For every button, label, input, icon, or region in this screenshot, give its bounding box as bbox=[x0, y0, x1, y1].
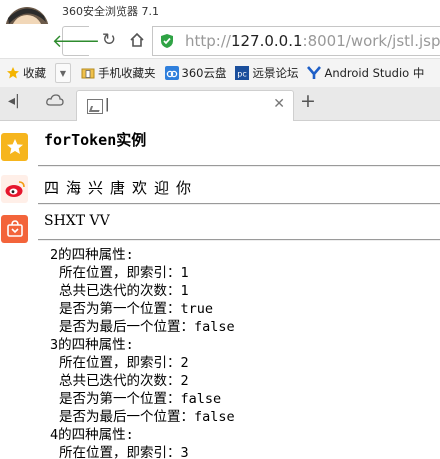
left-sidebar bbox=[0, 121, 31, 459]
android-y-icon bbox=[307, 66, 322, 79]
url-path: :8001/work/jstl.jsp bbox=[302, 32, 440, 50]
list-item: 总共已迭代的次数：2 bbox=[59, 373, 189, 389]
bookmark-label: 收藏 bbox=[23, 66, 46, 80]
page-title: forToken实例 bbox=[44, 131, 147, 149]
url-scheme: http:// bbox=[185, 32, 231, 50]
reload-button[interactable]: ↻ bbox=[97, 26, 121, 54]
tokens-words-output: 四海兴唐欢迎你 bbox=[44, 179, 199, 197]
tab-title: | bbox=[105, 97, 110, 112]
title-bar: 360安全浏览器 7.1 bbox=[0, 0, 440, 56]
url-host: 127.0.0.1 bbox=[230, 32, 303, 50]
address-bar[interactable]: http://127.0.0.1:8001/work/jstl.jsp bbox=[152, 26, 440, 56]
pc-forum-icon: pc bbox=[235, 66, 250, 80]
list-item: 是否为最后一个位置：false bbox=[59, 409, 235, 425]
cloud-tabs-button[interactable] bbox=[46, 93, 64, 111]
sidebar-item-shopping[interactable] bbox=[1, 215, 28, 243]
chevron-down-icon: ▼ bbox=[59, 68, 67, 78]
active-tab[interactable]: | ✕ bbox=[76, 90, 294, 121]
list-item: 2的四种属性: bbox=[50, 247, 134, 263]
bookmarks-bar: 收藏 ▼ 手机收藏夹 360云盘 pc 远景论坛 Android Studio … bbox=[0, 58, 440, 88]
cloud-disk-icon bbox=[164, 66, 179, 80]
list-item: 4的四种属性: bbox=[50, 427, 134, 443]
bookmark-mobile-favorites[interactable]: 手机收藏夹 bbox=[81, 65, 156, 81]
list-item: 所在位置，即索引：1 bbox=[59, 265, 189, 281]
tab-bar: ◂| | ✕ + bbox=[0, 87, 440, 121]
cloud-icon bbox=[46, 94, 64, 106]
page-image-icon bbox=[87, 99, 103, 114]
home-button[interactable] bbox=[125, 26, 149, 54]
iteration-status-list: 2的四种属性: 所在位置，即索引：1 总共已迭代的次数：1 是否为第一个位置：true… bbox=[50, 246, 440, 459]
bookmark-label: 手机收藏夹 bbox=[98, 66, 156, 80]
list-item: 3的四种属性: bbox=[50, 337, 134, 353]
sidebar-toggle-button[interactable]: ◂| bbox=[8, 93, 20, 109]
list-item: 所在位置，即索引：2 bbox=[59, 355, 189, 371]
weibo-icon bbox=[5, 181, 25, 197]
window-title: 360安全浏览器 7.1 bbox=[62, 5, 159, 18]
list-item: 总共已迭代的次数：1 bbox=[59, 283, 189, 299]
bookmark-android-studio[interactable]: Android Studio 中 bbox=[307, 65, 424, 81]
arrow-left-icon: 🡐 bbox=[51, 30, 101, 52]
bookmark-pcbeta-forum[interactable]: pc 远景论坛 bbox=[235, 65, 298, 81]
star-icon bbox=[6, 139, 23, 154]
reload-icon: ↻ bbox=[101, 30, 117, 50]
bookmark-label: 360云盘 bbox=[181, 66, 227, 80]
new-tab-button[interactable]: + bbox=[300, 90, 316, 112]
navigation-bar: 🡐 ↻ http://127.0.0.1:8001/work/jstl.jsp bbox=[0, 24, 440, 58]
phone-folder-icon bbox=[81, 68, 95, 79]
favorites-dropdown-button[interactable]: ▼ bbox=[55, 63, 71, 83]
shopping-bag-icon bbox=[6, 220, 23, 237]
list-item: 所在位置，即索引：3 bbox=[59, 445, 189, 459]
back-button[interactable]: 🡐 bbox=[52, 26, 100, 56]
home-icon bbox=[130, 32, 144, 47]
bookmark-label: Android Studio 中 bbox=[324, 66, 425, 80]
bookmark-360-cloud[interactable]: 360云盘 bbox=[164, 65, 227, 81]
list-item: 是否为第一个位置：false bbox=[59, 391, 222, 407]
bookmark-favorites[interactable]: 收藏 bbox=[6, 65, 46, 81]
plus-icon: + bbox=[300, 90, 316, 112]
svg-text:pc: pc bbox=[238, 70, 247, 79]
horizontal-rule bbox=[38, 203, 440, 205]
star-folder-icon bbox=[7, 67, 19, 79]
sidebar-item-weibo[interactable] bbox=[1, 175, 28, 203]
url-text[interactable]: http://127.0.0.1:8001/work/jstl.jsp bbox=[185, 32, 440, 50]
page-content: forToken实例 四海兴唐欢迎你 SHXT VV 2的四种属性: 所在位置，即… bbox=[30, 121, 440, 459]
bookmark-label: 远景论坛 bbox=[252, 66, 299, 80]
list-item: 是否为最后一个位置：false bbox=[59, 319, 235, 335]
list-item: 是否为第一个位置：true bbox=[59, 301, 214, 317]
horizontal-rule bbox=[38, 165, 440, 167]
tokens-names-output: SHXT VV bbox=[44, 213, 110, 229]
close-icon[interactable]: ✕ bbox=[273, 96, 285, 112]
shield-icon bbox=[161, 34, 173, 48]
sidebar-toggle-icon: ◂| bbox=[8, 93, 20, 109]
sidebar-item-favorites[interactable] bbox=[1, 133, 28, 161]
horizontal-rule bbox=[38, 239, 440, 241]
